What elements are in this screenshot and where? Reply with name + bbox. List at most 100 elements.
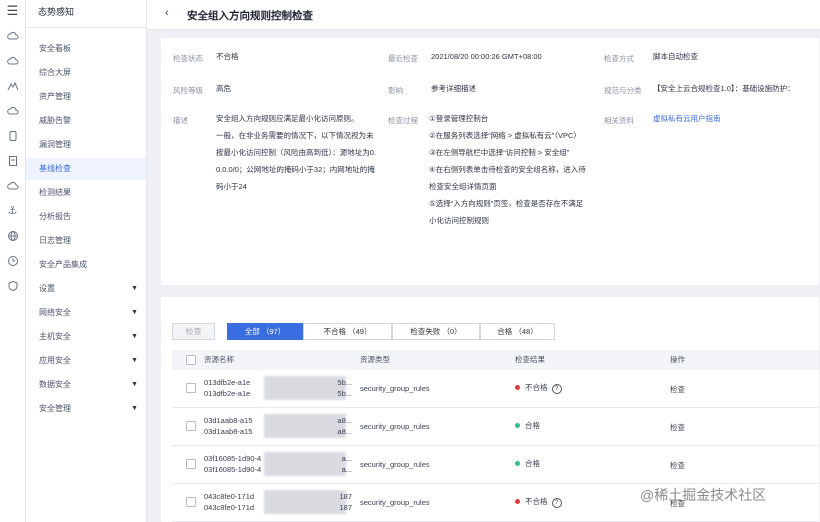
resource-id-line: 043c8fe0-171d <box>204 492 255 501</box>
anchor-icon[interactable]: ⚓ <box>6 205 19 218</box>
resource-id-tail: 187 187 <box>339 492 352 512</box>
sidebar-item-label: 检测结果 <box>39 188 71 197</box>
reference-link[interactable]: 虚拟私有云用户指南 <box>653 110 721 127</box>
sidebar-item[interactable]: 安全看板 <box>26 38 146 60</box>
resource-id-line: 013dfb2e-a1e <box>204 389 251 398</box>
resource-id-tail: a8... a8... <box>337 416 352 436</box>
sidebar-item[interactable]: 网络安全 ▼ <box>26 302 146 324</box>
row-checkbox[interactable] <box>186 497 196 507</box>
table-row: 03f16085-1d90-4 03f16085-1d90-4 a... a... se… <box>172 446 819 484</box>
sidebar-item[interactable]: 资产管理 <box>26 86 146 108</box>
chevron-down-icon[interactable]: ▼ <box>131 326 138 348</box>
shield-icon[interactable] <box>6 280 19 293</box>
sidebar-item[interactable]: 安全管理 ▼ <box>26 398 146 420</box>
cloud-icon[interactable] <box>6 105 19 118</box>
spec-value: 【安全上云合规检查1.0】：基础设施防护： <box>653 84 795 93</box>
impact-value: 参考详细描述 <box>431 84 476 93</box>
cloud-icon[interactable] <box>6 180 19 193</box>
status-value: 不合格 <box>216 52 239 61</box>
sidebar-item-label: 基线检查 <box>39 164 71 173</box>
tab-check-error[interactable]: 检查失败 （0） <box>392 323 480 340</box>
sidebar-title: 态势感知 <box>26 0 146 28</box>
clock-icon[interactable] <box>6 255 19 268</box>
check-result: 不合格? <box>515 382 562 394</box>
sidebar-item-label: 资产管理 <box>39 92 71 101</box>
resource-type: security_group_rules <box>360 384 430 393</box>
tab-failed[interactable]: 不合格 （49） <box>303 323 392 340</box>
resource-type: security_group_rules <box>360 422 430 431</box>
help-icon[interactable]: ? <box>551 498 562 508</box>
sidebar-item[interactable]: 数据安全 ▼ <box>26 374 146 396</box>
check-action-link[interactable]: 检查 <box>670 384 685 395</box>
row-checkbox[interactable] <box>186 459 196 469</box>
sidebar-item-label: 应用安全 <box>39 356 71 365</box>
sidebar-item[interactable]: 应用安全 ▼ <box>26 350 146 372</box>
sidebar-item-label: 主机安全 <box>39 332 71 341</box>
check-result-label: 合格 <box>525 459 540 468</box>
chevron-down-icon[interactable]: ▼ <box>131 398 138 420</box>
help-icon[interactable]: ? <box>551 384 562 394</box>
latest-check-label: 最近检查 <box>388 54 418 63</box>
col-resource-type: 资源类型 <box>360 355 390 364</box>
globe-icon[interactable] <box>6 230 19 243</box>
sidebar-item[interactable]: 主机安全 ▼ <box>26 326 146 348</box>
check-result: 合格 <box>515 420 540 431</box>
description-label: 描述 <box>173 116 188 125</box>
check-result: 合格 <box>515 458 540 469</box>
cloud-icon[interactable] <box>6 55 19 68</box>
col-actions: 操作 <box>670 355 685 364</box>
menu-icon[interactable]: ☰ <box>6 4 19 17</box>
check-button[interactable]: 检查 <box>172 323 215 340</box>
resource-id-line: 03d1aab8-a15 <box>204 427 253 436</box>
sidebar-item[interactable]: 分析报告 <box>26 206 146 228</box>
sidebar-item-label: 综合大屏 <box>39 68 71 77</box>
rule-info-panel: 检查状态 不合格 最近检查 2021/08/20 00:00:26 GMT+08… <box>161 38 819 285</box>
sidebar-item-label: 漏洞管理 <box>39 140 71 149</box>
server-icon[interactable] <box>6 155 19 168</box>
sidebar-item[interactable]: 检测结果 <box>26 182 146 204</box>
sidebar-item-label: 网络安全 <box>39 308 71 317</box>
check-action-link[interactable]: 检查 <box>670 422 685 433</box>
mountain-icon[interactable] <box>6 80 19 93</box>
process-text: ①登录管理控制台 ②在服务列表选择“网络 > 虚拟私有云”（VPC） ③在左侧导… <box>429 114 586 225</box>
sidebar: 态势感知 安全看板综合大屏资产管理威胁告警漏洞管理基线检查检测结果分析报告日志管… <box>26 0 147 522</box>
resource-type: security_group_rules <box>360 498 430 507</box>
latest-check-value: 2021/08/20 00:00:26 GMT+08:00 <box>431 52 542 61</box>
risk-label: 风险等级 <box>173 86 203 95</box>
check-result-label: 不合格 <box>525 383 548 392</box>
sidebar-item-label: 分析报告 <box>39 212 71 221</box>
status-dot-icon <box>515 498 520 504</box>
tab-passed[interactable]: 合格 （48） <box>480 323 555 340</box>
row-checkbox[interactable] <box>186 383 196 393</box>
check-action-link[interactable]: 检查 <box>670 460 685 471</box>
sidebar-item[interactable]: 漏洞管理 <box>26 134 146 156</box>
select-all-checkbox[interactable] <box>186 355 196 365</box>
sidebar-item[interactable]: 综合大屏 <box>26 62 146 84</box>
resource-id-tail: 5b... 5b... <box>337 378 352 398</box>
sidebar-item[interactable]: 设置 ▼ <box>26 278 146 300</box>
status-dot-icon <box>515 384 520 390</box>
sidebar-item[interactable]: 日志管理 <box>26 230 146 252</box>
sidebar-item-label: 安全产品集成 <box>39 260 87 269</box>
watermark: @稀土掘金技术社区 <box>640 487 767 503</box>
risk-value: 高危 <box>216 84 231 93</box>
chevron-down-icon[interactable]: ▼ <box>131 278 138 300</box>
cloud-icon[interactable] <box>6 30 19 43</box>
check-result-label: 不合格 <box>525 497 548 506</box>
chevron-down-icon[interactable]: ▼ <box>131 374 138 396</box>
database-icon[interactable] <box>6 130 19 143</box>
process-label: 检查过程 <box>388 116 418 125</box>
chevron-down-icon[interactable]: ▼ <box>131 350 138 372</box>
sidebar-item[interactable]: 安全产品集成 <box>26 254 146 276</box>
check-result: 不合格? <box>515 496 562 508</box>
resource-type: security_group_rules <box>360 460 430 469</box>
tab-all[interactable]: 全部 （97） <box>227 323 303 340</box>
resource-id-line: 013dfb2e-a1e <box>204 378 251 387</box>
back-icon[interactable]: ‹ <box>165 7 169 19</box>
sidebar-item[interactable]: 基线检查 <box>26 158 146 180</box>
sidebar-item[interactable]: 威胁告警 <box>26 110 146 132</box>
chevron-down-icon[interactable]: ▼ <box>131 302 138 324</box>
status-label: 检查状态 <box>173 54 203 63</box>
row-checkbox[interactable] <box>186 421 196 431</box>
status-dot-icon <box>515 460 520 466</box>
